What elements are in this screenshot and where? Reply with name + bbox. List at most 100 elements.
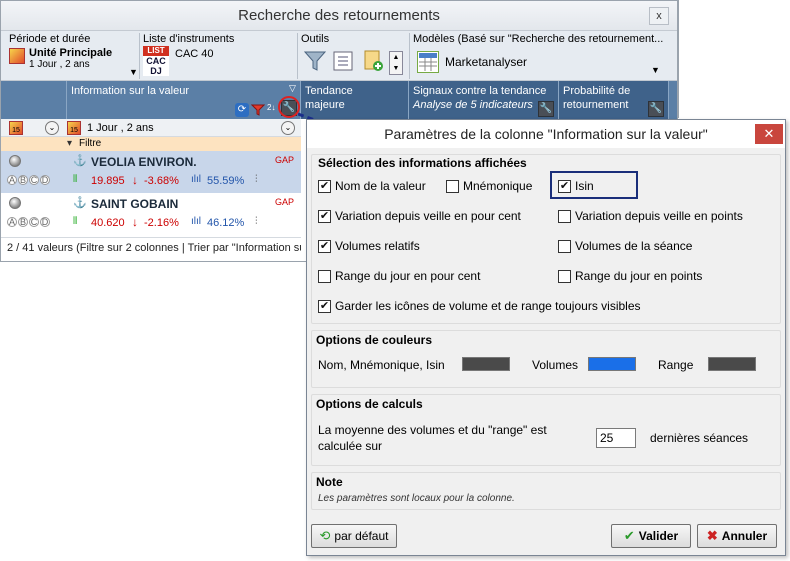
range-points-checkbox[interactable] [558,270,571,283]
selection-group: Sélection des informations affichées ✔ N… [311,154,781,324]
garder-icones-checkbox[interactable]: ✔ [318,300,331,313]
column-label: Probabilité de [563,85,631,97]
range-color-swatch[interactable] [708,357,756,371]
variation-points-checkbox[interactable] [558,210,571,223]
dropdown-icon[interactable]: ⌄ [45,121,59,135]
volume-bars-icon: ılıl [191,216,201,227]
main-title-bar: Recherche des retournements x [1,1,677,31]
spreadsheet-icon [417,51,439,73]
range-color-label: Range [658,358,694,372]
wrench-icon[interactable]: 🔧 [648,101,664,117]
spin-buttons[interactable]: ▲ ▼ [389,51,403,75]
seances-input[interactable]: 25 [596,428,636,448]
volume-bars-icon: ılıl [191,174,201,185]
filter-label-row: ▾ Filtre [1,137,301,151]
funnel-icon[interactable] [303,49,327,73]
anchor-icon: ⚓ [73,197,87,209]
row-change: -2.16% [144,217,179,229]
gap-badge: GAP [275,155,295,165]
cancel-button-label: Annuler [721,529,768,543]
filter-row: 15 ⌄ 15 1 Jour , 2 ans ⌄ [1,119,301,137]
sort-icon[interactable]: 2↓ [267,103,277,117]
default-button-label: par défaut [334,529,389,543]
option-label: Range du jour en points [575,269,703,283]
column-signaux[interactable]: Signaux contre la tendance Analyse de 5 … [409,81,559,119]
calendar-icon [9,48,25,64]
calendar-icon: 15 [9,121,23,135]
main-close-button[interactable]: x [649,7,669,25]
outils-heading: Outils [301,33,330,45]
calculs-text-line2: calculée sur [318,439,383,453]
instruments-heading: Liste d'instruments [143,33,235,45]
modeles-dropdown-icon[interactable]: ▼ [651,65,660,75]
spin-down-icon[interactable]: ▼ [390,63,402,74]
range-pct-checkbox[interactable] [318,270,331,283]
default-button[interactable]: ⟲ par défaut [311,524,397,548]
modeles-value: Marketanalyser [445,55,528,69]
list-edit-icon[interactable] [331,49,355,73]
column-label: Signaux contre la tendance [413,85,547,97]
down-arrow-icon: ↓ [132,173,138,187]
volumes-color-swatch[interactable] [588,357,636,371]
cac-badge: CAC [143,56,169,66]
nom-color-swatch[interactable] [462,357,510,371]
column-label: Tendance [305,85,353,97]
dialog-close-button[interactable]: ✕ [755,124,783,144]
dialog-title: Paramètres de la colonne "Information su… [384,126,708,142]
dropdown-icon[interactable]: ⌄ [281,121,295,135]
row-volume: 46.12% [207,217,245,229]
refresh-icon[interactable]: ⟳ [235,103,249,117]
reset-icon: ⟲ [319,528,331,543]
variation-pct-checkbox[interactable]: ✔ [318,210,331,223]
filter-period[interactable]: 1 Jour , 2 ans [87,122,154,134]
small-funnel-icon: ▽ [289,83,296,93]
row-name: SAINT GOBAIN [91,197,179,211]
spin-up-icon[interactable]: ▲ [390,52,402,63]
filter-red-icon[interactable] [250,103,266,117]
instrument-value[interactable]: CAC 40 [175,48,214,60]
option-label: Mnémonique [463,179,533,193]
anchor-icon: ⚓ [73,155,87,167]
row-price: 19.895 [91,175,125,187]
instrument-list-icon[interactable]: LIST CAC DJ [143,46,171,78]
note-text: Les paramètres sont locaux pour la colon… [318,493,515,504]
volumes-color-label: Volumes [532,358,579,372]
abcd-icons[interactable]: ABCD [7,217,51,227]
range-icon: ⫶ [255,174,258,185]
isin-checkbox[interactable]: ✔ [558,180,571,193]
cancel-x-icon: ✖ [706,528,718,543]
volumes-relatifs-checkbox[interactable]: ✔ [318,240,331,253]
periode-selector[interactable]: Unité Principale 1 Jour , 2 ans [9,47,139,79]
nom-valeur-checkbox[interactable]: ✔ [318,180,331,193]
dj-badge: DJ [143,66,169,76]
instrument-dropdown-icon[interactable]: ▼ [129,67,138,77]
column-info-valeur[interactable]: Information sur la valeur [67,81,301,119]
volumes-seance-checkbox[interactable] [558,240,571,253]
row-name: VEOLIA ENVIRON. [91,155,197,169]
toolbar-divider [139,33,140,79]
option-label: Range du jour en pour cent [335,269,481,283]
note-title: Note [316,475,343,489]
note-group: Note Les paramètres sont locaux pour la … [311,472,781,510]
table-row[interactable]: ABCD ⚓ SAINT GOBAIN GAP ⫴ 40.620 ↓ -2.16… [1,193,301,235]
add-document-icon[interactable] [361,49,385,73]
ok-button[interactable]: ✔ Valider [611,524,691,548]
mnemonique-checkbox[interactable] [446,180,459,193]
table-row[interactable]: ABCD ⚓ VEOLIA ENVIRON. GAP ⫴ 19.895 ↓ -3… [1,151,301,193]
list-badge: LIST [143,46,169,56]
option-label: Garder les icônes de volume et de range … [335,299,641,313]
filter-label: Filtre [79,138,102,149]
option-label: Volumes de la séance [575,239,693,253]
modeles-selector[interactable]: Marketanalyser ▼ [413,49,665,77]
column-label: Information sur la valeur [71,85,189,97]
status-ball-icon [9,197,21,209]
window-edge [678,0,679,118]
cancel-button[interactable]: ✖ Annuler [697,524,777,548]
filter-funnel-icon: ▾ [67,138,73,149]
abcd-icons[interactable]: ABCD [7,175,51,185]
option-label: Nom de la valeur [335,179,426,193]
calculs-suffix: dernières séances [650,431,749,445]
wrench-icon[interactable]: 🔧 [538,101,554,117]
ok-button-label: Valider [638,529,679,543]
status-bar: 2 / 41 valeurs (Filtre sur 2 colonnes | … [1,237,301,257]
